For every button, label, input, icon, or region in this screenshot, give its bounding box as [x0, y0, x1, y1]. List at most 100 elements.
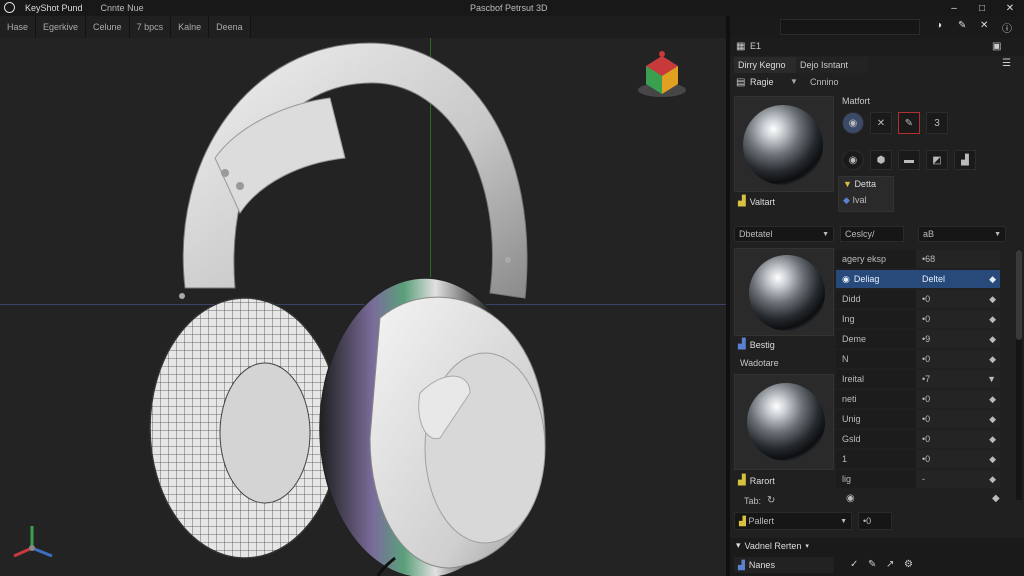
sphere-icon: ◉: [842, 273, 850, 284]
tag-list: ▼ Detta ◆ Ival: [838, 176, 894, 212]
material-type-dropdown[interactable]: Dbetatel ▼: [734, 226, 834, 242]
tab-dirry-kegno[interactable]: Dirry Kegno: [734, 57, 796, 73]
tab-row: Tab: ↻: [744, 495, 776, 506]
menu-item-celune[interactable]: Celune: [86, 16, 130, 38]
prop-row[interactable]: neti •0 ◆: [836, 390, 1006, 408]
maximize-button[interactable]: □: [968, 0, 996, 16]
material-panel: ◑ ✎ ✕ ⓘ ▦ E1 ▣ Dirry Kegno Dejo Isntant …: [730, 16, 1024, 576]
bottom-value-field[interactable]: •0: [858, 512, 892, 530]
chevron-down-icon: ▼: [822, 230, 829, 238]
collapse-icon: ▾: [736, 540, 741, 550]
axis-triad-icon: [8, 522, 56, 562]
app-title-group: KeyShot Pund Cnnte Nue: [4, 2, 144, 13]
scrollbar-thumb[interactable]: [1016, 250, 1022, 340]
pin-icon[interactable]: ✎: [958, 20, 966, 31]
panel-topbar: ◑ ✎ ✕ ⓘ: [730, 16, 1024, 38]
folder-icon: ▤: [736, 77, 746, 88]
sphere-swatch-button[interactable]: ◉: [842, 112, 864, 134]
refresh-icon[interactable]: ↻: [767, 495, 775, 506]
prop-row[interactable]: Ing •0 ◆: [836, 310, 1006, 328]
info-icon[interactable]: ⓘ: [1002, 20, 1012, 35]
tag-item-ival[interactable]: ◆ Ival: [843, 195, 866, 206]
panel-subtabs: ▤ Ragie ▼ Cnnino: [730, 74, 1024, 92]
value-dropdown[interactable]: aB ▼: [918, 226, 1006, 242]
bottom-material-dropdown[interactable]: ▟ Pallert ▼: [734, 512, 852, 530]
prop-row[interactable]: Gsld •0 ◆: [836, 430, 1006, 448]
material-type-icon: ▟: [738, 339, 746, 350]
subtab-cnnino[interactable]: Cnnino: [810, 77, 839, 87]
subtab-ragie[interactable]: Ragie: [750, 77, 774, 87]
keyshot-logo-icon: [4, 2, 15, 13]
category-dropdown[interactable]: Ceslcy/: [840, 226, 904, 242]
plane-button[interactable]: ▬: [898, 150, 920, 170]
tool-icon[interactable]: ✎: [868, 559, 876, 570]
minimize-button[interactable]: –: [940, 0, 968, 16]
3d-viewport[interactable]: [0, 38, 726, 576]
window-controls: – □ ✕: [940, 0, 1024, 16]
expand-icon[interactable]: ▣: [992, 41, 1001, 52]
close-icon[interactable]: ✕: [980, 20, 988, 31]
prop-row-selected[interactable]: ◉ Deliag Deltel ◆: [836, 270, 1006, 288]
remove-button[interactable]: ✕: [870, 112, 892, 134]
menu-item-egerkive[interactable]: Egerkive: [36, 16, 87, 38]
material-thumb-1[interactable]: [734, 248, 834, 336]
thumb-sphere-2: [747, 383, 825, 461]
camera-icon[interactable]: ◑: [936, 20, 942, 31]
title-bar: KeyShot Pund Cnnte Nue Pascbof Petrsut 3…: [0, 0, 1024, 16]
grid-icon[interactable]: ▦: [736, 41, 745, 52]
menu-item-hase[interactable]: Hase: [0, 16, 37, 38]
material-heading: Matfort: [842, 96, 871, 106]
tab-dejo-isntant[interactable]: Dejo Isntant: [796, 57, 868, 73]
move-icon[interactable]: ◆: [992, 493, 1000, 504]
menu-item-bpcs[interactable]: 7 bpcs: [129, 16, 172, 38]
prop-row[interactable]: Deme •9 ◆: [836, 330, 1006, 348]
chevron-down-icon[interactable]: ▼: [790, 77, 798, 86]
thumb-sphere-1: [749, 255, 825, 331]
shape-button[interactable]: ⬢: [870, 150, 892, 170]
app-menu-title[interactable]: Cnnte Nue: [101, 3, 144, 13]
footer-item[interactable]: ▟ Nanes: [734, 557, 834, 573]
tab-overflow-icon[interactable]: ☰: [1002, 58, 1011, 69]
cube-button[interactable]: ◩: [926, 150, 948, 170]
preview-caption: ▟ Valtart: [738, 196, 775, 207]
headphones-model[interactable]: [0, 38, 726, 576]
panel-tabs: Dirry Kegno Dejo Isntant ☰: [730, 56, 1024, 74]
sphere-mini-button[interactable]: ◉: [842, 150, 864, 170]
window-title: Pascbof Petrsut 3D: [470, 3, 548, 13]
menu-item-deena[interactable]: Deena: [209, 16, 251, 38]
count-button[interactable]: 3: [926, 112, 948, 134]
app-name: KeyShot Pund: [25, 2, 83, 13]
tool-icon[interactable]: ↗: [886, 559, 894, 570]
edit-button[interactable]: ✎: [898, 112, 920, 134]
panel-header-row: ▦ E1 ▣: [730, 38, 1024, 56]
tool-icon[interactable]: ⚙: [904, 559, 913, 570]
prop-row[interactable]: agery eksp •68: [836, 250, 1006, 268]
prop-row[interactable]: lig - ◆: [836, 470, 1006, 488]
thumb2-caption: ▟ Rarort: [738, 475, 775, 486]
prop-row[interactable]: N •0 ◆: [836, 350, 1006, 368]
chevron-down-icon: ▼: [840, 517, 847, 525]
panel-search-input[interactable]: [780, 19, 920, 35]
prop-row[interactable]: Ireital •7 ▼: [836, 370, 1006, 388]
prop-row[interactable]: Didd •0 ◆: [836, 290, 1006, 308]
chevron-down-icon: ▾: [805, 542, 809, 550]
close-button[interactable]: ✕: [996, 0, 1024, 16]
material-type-icon: ▟: [738, 475, 746, 486]
sphere-toggle-icon[interactable]: ◉: [846, 493, 855, 504]
material-preview[interactable]: [734, 96, 834, 192]
view-cube-icon[interactable]: [636, 48, 688, 100]
chevron-icon: ◆: [989, 273, 996, 284]
panel-scrollbar[interactable]: [1016, 250, 1022, 500]
panel-top-label: E1: [750, 41, 762, 51]
thumb-section-label: Wadotare: [740, 358, 779, 368]
tool-icon[interactable]: ✓: [850, 559, 858, 570]
menu-item-kalne[interactable]: Kalne: [171, 16, 210, 38]
footer-section: ▾ Vadnel Rerten ▾ ▟ Nanes ✓ ✎ ↗ ⚙: [730, 538, 1024, 576]
tag-item-detta[interactable]: ▼ Detta: [843, 179, 876, 189]
footer-title-row[interactable]: ▾ Vadnel Rerten ▾: [736, 540, 809, 551]
stage-button[interactable]: ▟: [954, 150, 976, 170]
material-thumb-2[interactable]: [734, 374, 834, 470]
thumb1-caption: ▟ Bestig: [738, 339, 775, 350]
prop-row[interactable]: 1 •0 ◆: [836, 450, 1006, 468]
prop-row[interactable]: Unig •0 ◆: [836, 410, 1006, 428]
